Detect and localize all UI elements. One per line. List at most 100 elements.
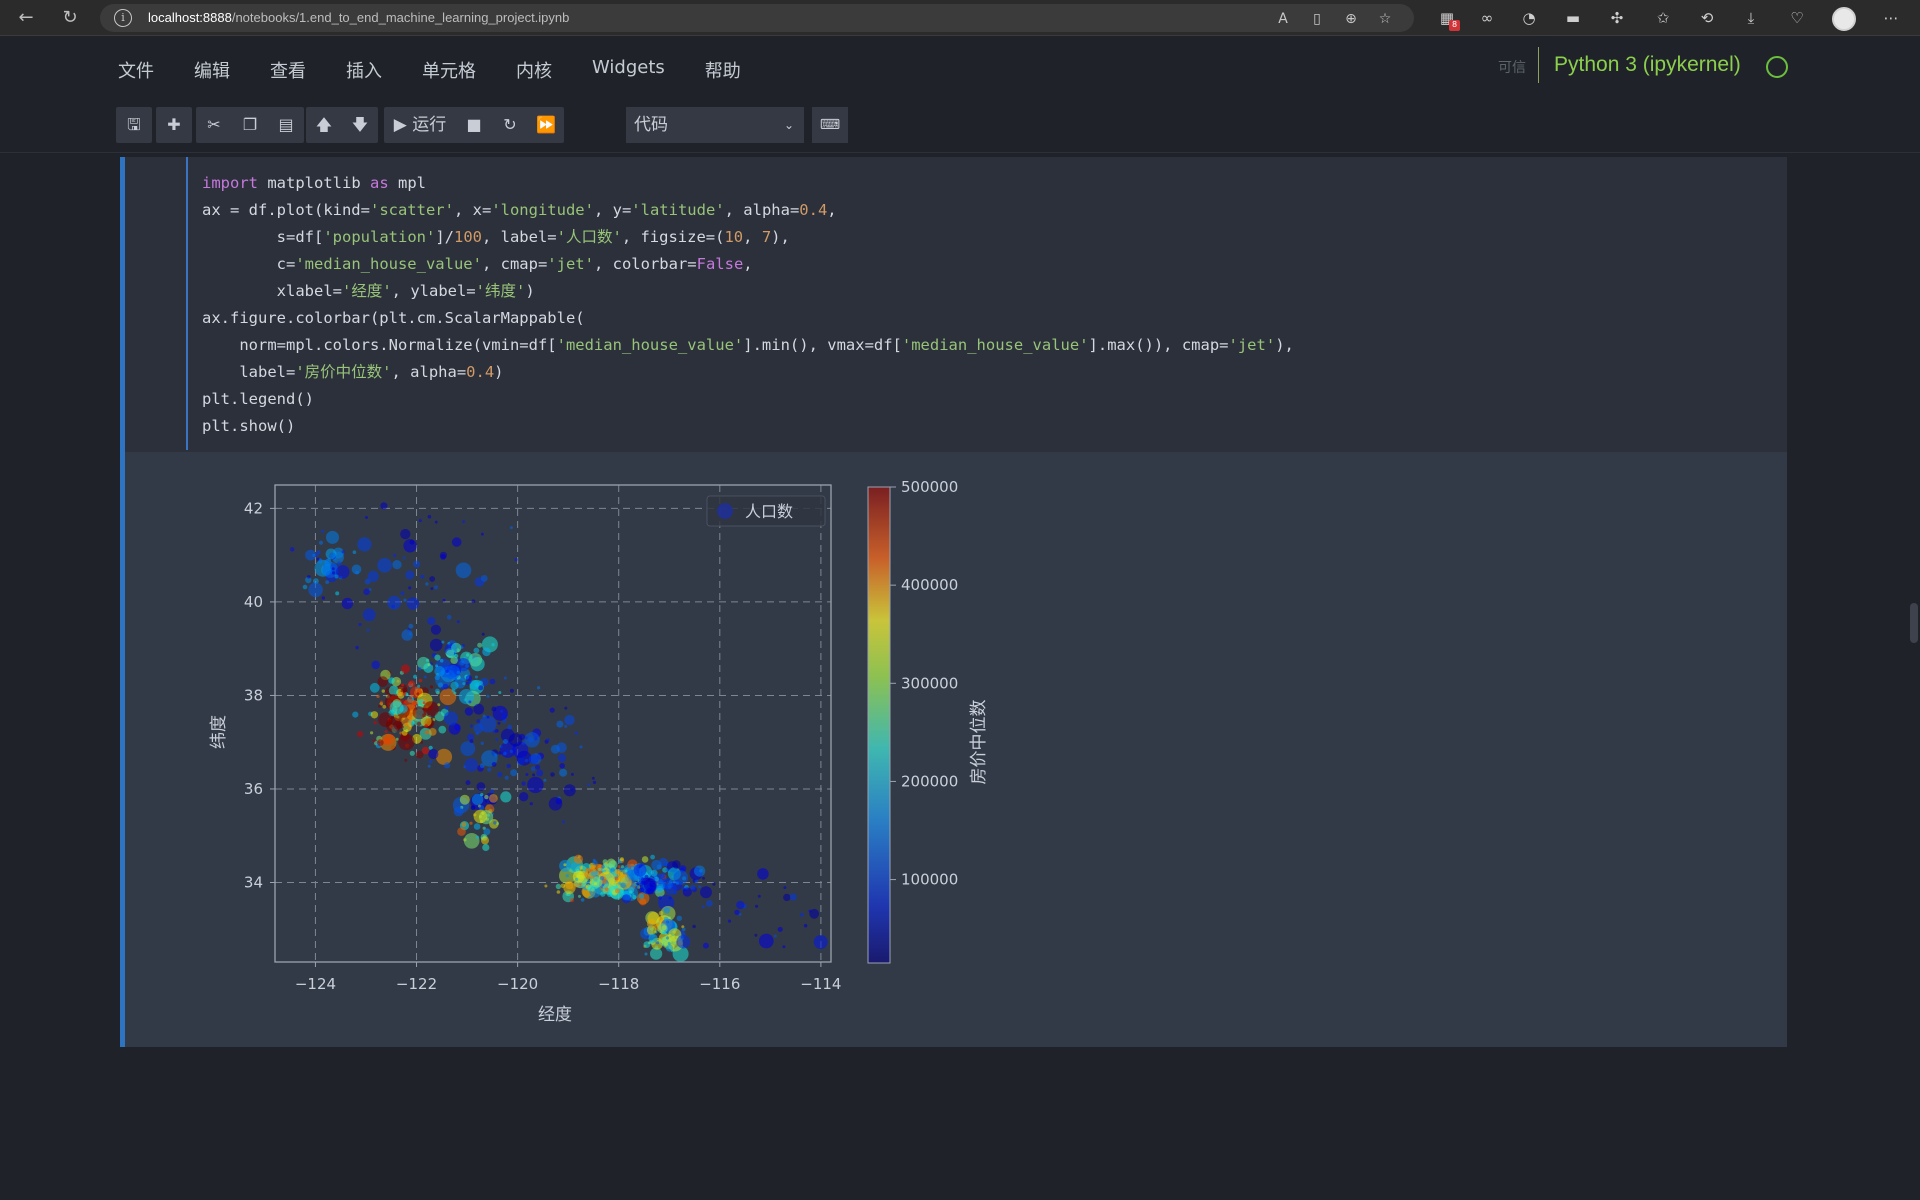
- scatter-point: [614, 888, 621, 894]
- scatter-point: [430, 624, 441, 635]
- glasses-extension-icon[interactable]: ∞: [1476, 7, 1498, 29]
- profile-avatar[interactable]: [1832, 7, 1856, 31]
- terminal-extension-icon[interactable]: ▬: [1562, 7, 1584, 29]
- scatter-point: [587, 783, 591, 787]
- code-cell[interactable]: import matplotlib as mpl ax = df.plot(kin…: [120, 157, 1787, 1047]
- extension-icon[interactable]: ▦ 8: [1436, 7, 1460, 31]
- scatter-point: [486, 694, 490, 698]
- paste-icon[interactable]: ▤: [268, 107, 304, 143]
- scatter-point: [451, 537, 462, 547]
- menu-insert[interactable]: 插入: [346, 57, 382, 83]
- scatter-point: [370, 711, 379, 719]
- colorbar-tick-label: 100000: [901, 871, 958, 889]
- scatter-point: [464, 758, 479, 772]
- colorbar-label: 房价中位数: [969, 700, 989, 785]
- scatter-point: [813, 935, 828, 949]
- reader-view-icon[interactable]: ▯: [1308, 10, 1326, 28]
- scatter-point: [559, 768, 568, 777]
- scatter-point: [434, 585, 438, 590]
- interrupt-icon[interactable]: ■: [456, 107, 492, 143]
- trusted-indicator[interactable]: 可信: [1498, 57, 1526, 77]
- scatter-point: [614, 876, 619, 881]
- menu-view[interactable]: 查看: [270, 57, 306, 83]
- favorites-icon[interactable]: ✩: [1652, 7, 1674, 29]
- history-icon[interactable]: ⟲: [1696, 7, 1718, 29]
- scatter-point: [598, 867, 601, 871]
- extension-badge: 8: [1449, 20, 1460, 31]
- back-icon[interactable]: ←: [14, 6, 38, 30]
- address-bar[interactable]: i localhost:8888/notebooks/1.end_to_end_…: [100, 4, 1414, 32]
- scatter-point: [479, 763, 485, 769]
- scatter-point: [478, 685, 484, 691]
- scatter-point: [601, 864, 605, 869]
- scatter-point: [506, 763, 511, 769]
- menu-file[interactable]: 文件: [118, 57, 154, 83]
- scatter-point: [557, 753, 567, 763]
- scroll-thumb[interactable]: [1910, 603, 1918, 643]
- keyboard-shortcuts-icon[interactable]: ⌨: [812, 107, 848, 143]
- scatter-point: [459, 794, 470, 805]
- zoom-icon[interactable]: ⊕: [1342, 10, 1360, 28]
- kernel-divider: [1538, 47, 1539, 83]
- cut-icon[interactable]: ✂: [196, 107, 232, 143]
- run-button[interactable]: ▶ 运行: [384, 107, 456, 143]
- scatter-point: [334, 574, 339, 579]
- url-text[interactable]: localhost:8888/notebooks/1.end_to_end_ma…: [148, 10, 569, 25]
- more-menu-icon[interactable]: ⋯: [1880, 7, 1902, 29]
- restart-run-all-icon[interactable]: ⏩: [528, 107, 564, 143]
- scatter-point: [650, 854, 655, 860]
- x-axis-label: 经度: [538, 1005, 572, 1025]
- scatter-point: [564, 714, 575, 726]
- x-tick-label: −122: [396, 975, 437, 993]
- browser-essentials-icon[interactable]: ♡: [1786, 7, 1808, 29]
- code-text[interactable]: import matplotlib as mpl ax = df.plot(kin…: [202, 170, 1294, 440]
- code-editor[interactable]: import matplotlib as mpl ax = df.plot(kin…: [186, 157, 1787, 450]
- scatter-point: [369, 682, 380, 693]
- scatter-point: [592, 780, 597, 785]
- code-line: c='median_house_value', cmap='jet', colo…: [202, 255, 753, 273]
- scrollbar[interactable]: [1908, 306, 1920, 1200]
- scatter-point: [482, 647, 491, 657]
- scatter-point: [532, 773, 536, 777]
- scatter-point: [413, 560, 421, 568]
- scatter-point: [427, 514, 432, 519]
- restart-icon[interactable]: ↻: [492, 107, 528, 143]
- y-tick-label: 38: [244, 686, 263, 704]
- menu-edit[interactable]: 编辑: [194, 57, 230, 83]
- scatter-point: [487, 767, 492, 772]
- scatter-point: [469, 821, 473, 825]
- refresh-icon[interactable]: ↻: [58, 6, 82, 30]
- compass-extension-icon[interactable]: ◔: [1518, 7, 1540, 29]
- save-icon[interactable]: 🖫: [116, 107, 152, 143]
- scatter-point: [473, 703, 485, 715]
- scatter-point: [672, 860, 681, 869]
- site-info-icon[interactable]: i: [114, 9, 132, 27]
- read-aloud-icon[interactable]: A: [1274, 10, 1292, 28]
- kernel-name[interactable]: Python 3 (ipykernel): [1554, 53, 1741, 77]
- menu-widgets[interactable]: Widgets: [592, 57, 665, 83]
- scatter-point: [357, 537, 372, 552]
- menu-kernel[interactable]: 内核: [516, 57, 552, 83]
- scatter-point: [578, 882, 582, 886]
- colorbar-tick-label: 500000: [901, 478, 958, 496]
- scatter-point: [514, 558, 518, 562]
- downloads-icon[interactable]: ⤓: [1740, 7, 1762, 29]
- scatter-point: [550, 772, 555, 777]
- scatter-point: [324, 559, 332, 567]
- favorite-add-icon[interactable]: ☆: [1376, 10, 1394, 28]
- puzzle-extensions-icon[interactable]: ✣: [1606, 7, 1628, 29]
- scatter-point: [418, 678, 423, 683]
- move-up-icon[interactable]: 🡅: [306, 107, 342, 143]
- menu-help[interactable]: 帮助: [705, 57, 741, 83]
- scatter-point: [456, 620, 460, 624]
- scatter-point: [519, 792, 529, 802]
- scatter-point: [454, 653, 459, 659]
- scatter-point: [388, 677, 395, 684]
- scatter-point: [544, 884, 548, 888]
- move-down-icon[interactable]: 🡇: [342, 107, 378, 143]
- insert-cell-icon[interactable]: ✚: [156, 107, 192, 143]
- menu-cell[interactable]: 单元格: [422, 57, 476, 83]
- copy-icon[interactable]: ❐: [232, 107, 268, 143]
- scatter-point: [482, 835, 487, 839]
- cell-type-select[interactable]: 代码 ⌄: [626, 107, 804, 143]
